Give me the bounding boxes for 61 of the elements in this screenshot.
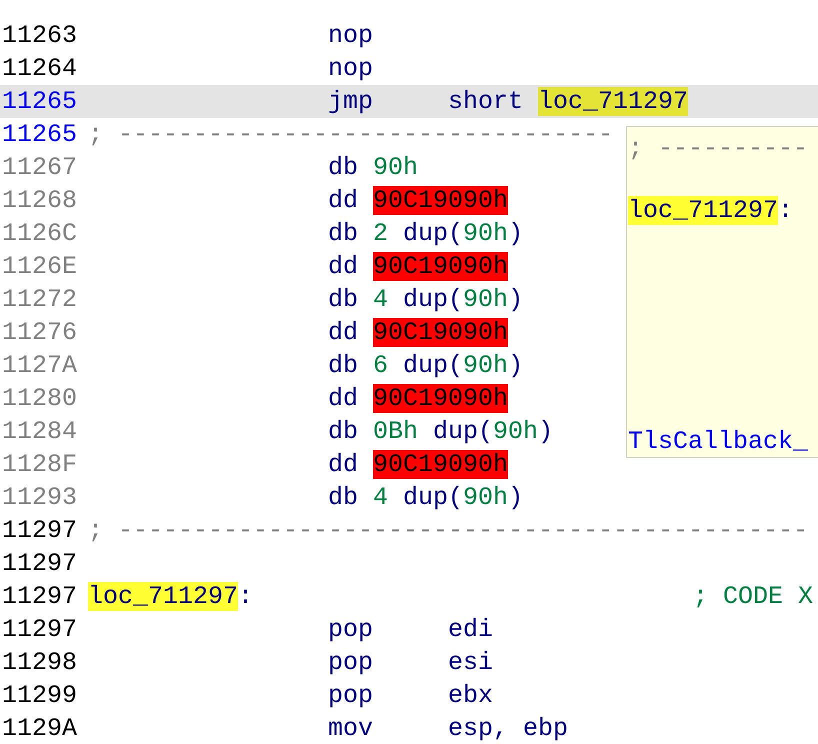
line-address: 11267 xyxy=(1,152,78,184)
xref-comment: ; CODE X xyxy=(693,581,814,613)
instruction-mnemonic: dd xyxy=(328,317,358,349)
instruction-operand: 4 dup(90h) xyxy=(373,482,524,514)
instruction-operand: 0Bh dup(90h) xyxy=(373,416,554,448)
line-address: 11293 xyxy=(1,482,78,514)
instruction-operand: 4 dup(90h) xyxy=(373,284,524,316)
instruction-operand: 90C19090h xyxy=(373,185,508,217)
line-address: 11265 xyxy=(1,119,78,151)
separator-comment: ; ---------- xyxy=(628,133,810,165)
instruction-mnemonic: nop xyxy=(328,20,374,52)
instruction-operand: edi xyxy=(448,614,494,646)
instruction-mnemonic: db xyxy=(328,350,358,382)
instruction-mnemonic: pop xyxy=(328,647,374,679)
line-address: 1129A xyxy=(1,713,78,744)
line-address: 11299 xyxy=(1,680,78,712)
instruction-operand: 90C19090h xyxy=(373,449,508,481)
line-address: 11264 xyxy=(1,53,78,85)
instruction-mnemonic: mov xyxy=(328,713,374,744)
line-address: 11276 xyxy=(1,317,78,349)
instruction-mnemonic: db xyxy=(328,284,358,316)
line-address: 11272 xyxy=(1,284,78,316)
line-address: 1126C xyxy=(1,218,78,250)
instruction-operand: 2 dup(90h) xyxy=(373,218,524,250)
instruction-operand: esp, ebp xyxy=(448,713,568,744)
line-address: 11263 xyxy=(1,20,78,52)
line-address: 11297 xyxy=(1,581,78,613)
instruction-mnemonic: db xyxy=(328,482,358,514)
line-address: 11298 xyxy=(1,647,78,679)
instruction-mnemonic: db xyxy=(328,416,358,448)
instruction-operand: 90C19090h xyxy=(373,317,508,349)
instruction-mnemonic: nop xyxy=(328,53,374,85)
function-reference: TlsCallback_ xyxy=(628,426,808,457)
separator-comment: ; ---------------------------------------------- xyxy=(88,515,808,547)
instruction-operand: short loc_711297 xyxy=(448,86,688,118)
line-address: 11284 xyxy=(1,416,78,448)
instruction-mnemonic: pop xyxy=(328,680,374,712)
instruction-operand: 90C19090h xyxy=(373,251,508,283)
instruction-operand: 90h xyxy=(373,152,418,184)
line-address: 11297 xyxy=(1,548,78,580)
instruction-operand: 90C19090h xyxy=(373,383,508,415)
instruction-mnemonic: jmp xyxy=(328,86,374,118)
line-address: 11297 xyxy=(1,515,78,547)
line-address: 11265 xyxy=(1,86,78,118)
line-address: 1127A xyxy=(1,350,78,382)
instruction-mnemonic: dd xyxy=(328,383,358,415)
line-address: 1126E xyxy=(1,251,78,283)
line-address: 1128F xyxy=(1,449,78,481)
instruction-operand: 6 dup(90h) xyxy=(373,350,524,382)
instruction-mnemonic: db xyxy=(328,218,358,250)
separator-comment: ; --------------------------------- xyxy=(88,119,614,151)
instruction-operand: esi xyxy=(448,647,494,679)
instruction-mnemonic: dd xyxy=(328,449,358,481)
instruction-mnemonic: dd xyxy=(328,185,358,217)
instruction-operand: ebx xyxy=(448,680,494,712)
instruction-mnemonic: dd xyxy=(328,251,358,283)
line-address: 11297 xyxy=(1,614,78,646)
instruction-mnemonic: db xyxy=(328,152,358,184)
line-address: 11280 xyxy=(1,383,78,415)
instruction-mnemonic: pop xyxy=(328,614,374,646)
line-address: 11268 xyxy=(1,185,78,217)
